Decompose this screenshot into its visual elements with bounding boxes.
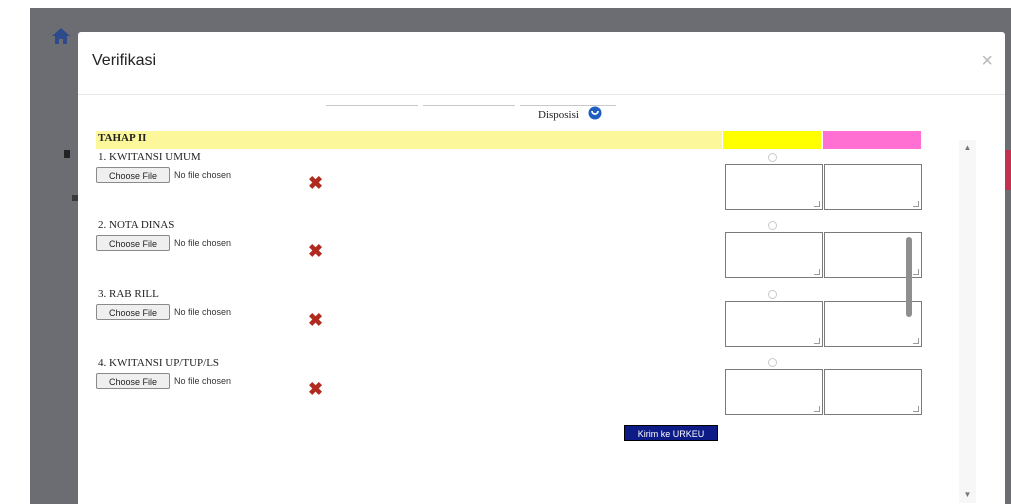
- item-label: 4. KWITANSI UP/TUP/LS: [98, 357, 220, 369]
- scroll-up-icon[interactable]: ▲: [959, 140, 976, 156]
- radio-icon[interactable]: [768, 153, 777, 162]
- resize-handle-icon[interactable]: [913, 406, 919, 412]
- status-cell-pink: [823, 131, 921, 149]
- note-textarea[interactable]: [824, 369, 922, 415]
- choose-file-button[interactable]: Choose File: [96, 373, 170, 389]
- resize-handle-icon[interactable]: [814, 338, 820, 344]
- note-textarea[interactable]: [725, 301, 823, 347]
- note-textarea[interactable]: [824, 164, 922, 210]
- cross-icon: ✖: [308, 379, 324, 399]
- modal-body: Disposisi TAHAP II 1. KWITANSI UMUM Choo…: [78, 95, 1005, 504]
- home-icon[interactable]: [50, 26, 72, 46]
- sidebar-marker: [64, 150, 70, 158]
- cross-icon: ✖: [308, 310, 324, 330]
- modal-header: Verifikasi ×: [78, 32, 1005, 95]
- page-margin: [0, 0, 30, 504]
- note-textarea[interactable]: [725, 369, 823, 415]
- radio-icon[interactable]: [768, 290, 777, 299]
- accent-strip: [1004, 150, 1011, 190]
- radio-icon[interactable]: [768, 358, 777, 367]
- close-icon[interactable]: ×: [981, 50, 993, 73]
- file-status: No file chosen: [174, 238, 232, 248]
- item-label: 1. KWITANSI UMUM: [98, 151, 201, 163]
- resize-handle-icon[interactable]: [814, 406, 820, 412]
- note-textarea[interactable]: [725, 232, 823, 278]
- cross-icon: ✖: [308, 241, 324, 261]
- section-header-bar: [96, 131, 722, 149]
- file-status: No file chosen: [174, 307, 232, 317]
- choose-file-button[interactable]: Choose File: [96, 235, 170, 251]
- scrollbar-thumb[interactable]: [906, 237, 912, 317]
- divider-line: [423, 105, 515, 106]
- choose-file-button[interactable]: Choose File: [96, 304, 170, 320]
- radio-icon[interactable]: [768, 221, 777, 230]
- resize-handle-icon[interactable]: [913, 269, 919, 275]
- resize-handle-icon[interactable]: [913, 201, 919, 207]
- verification-modal: Verifikasi × Disposisi TAHAP II 1. KWITA…: [78, 32, 1005, 504]
- divider-line: [326, 105, 418, 106]
- item-label: 2. NOTA DINAS: [98, 219, 175, 231]
- scroll-down-icon[interactable]: ▼: [959, 487, 976, 503]
- resize-handle-icon[interactable]: [913, 338, 919, 344]
- modal-title: Verifikasi: [92, 52, 157, 69]
- info-circle-icon[interactable]: [588, 106, 602, 120]
- resize-handle-icon[interactable]: [814, 269, 820, 275]
- app-topbar: [30, 0, 1011, 8]
- disposisi-label: Disposisi: [538, 109, 579, 121]
- status-cell-yellow: [723, 131, 821, 149]
- resize-handle-icon[interactable]: [814, 201, 820, 207]
- section-title: TAHAP II: [98, 132, 147, 144]
- scrollbar-track[interactable]: [959, 140, 976, 503]
- choose-file-button[interactable]: Choose File: [96, 167, 170, 183]
- send-to-urkeu-button[interactable]: Kirim ke URKEU: [624, 425, 718, 441]
- note-textarea[interactable]: [725, 164, 823, 210]
- cross-icon: ✖: [308, 173, 324, 193]
- file-status: No file chosen: [174, 170, 232, 180]
- file-status: No file chosen: [174, 376, 232, 386]
- item-label: 3. RAB RILL: [98, 288, 159, 300]
